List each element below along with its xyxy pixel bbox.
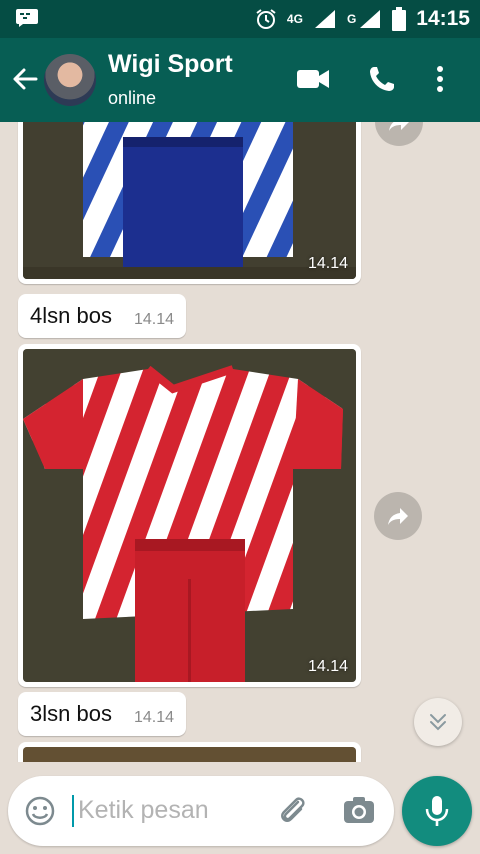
message-time: 14.14 (307, 658, 348, 675)
text-message[interactable]: 3lsn bos 14.14 (18, 692, 186, 736)
microphone-icon (425, 796, 449, 826)
message-text: 3lsn bos (30, 701, 112, 726)
camera-icon[interactable] (342, 794, 376, 828)
signal-icon-2 (360, 10, 381, 28)
forward-icon (388, 508, 408, 525)
battery-icon (392, 7, 407, 31)
back-arrow-icon[interactable] (10, 64, 40, 94)
status-icons: 4G G 14:15 (255, 0, 470, 38)
attachment-icon[interactable] (276, 794, 310, 828)
forward-button[interactable] (374, 492, 422, 540)
message-time: 14.14 (133, 709, 174, 726)
contact-avatar[interactable] (44, 54, 96, 106)
more-options-icon[interactable] (430, 64, 450, 94)
chat-area[interactable]: 14.14 4lsn bos 14.14 14.14 3lsn bos 14.1… (0, 122, 480, 762)
message-text: 4lsn bos (30, 303, 112, 328)
message-input[interactable] (74, 794, 272, 827)
text-message[interactable]: 4lsn bos 14.14 (18, 294, 186, 338)
message-time: 14.14 (133, 311, 174, 328)
network-type-1: 4G (286, 12, 303, 26)
blue-white-jersey-image (23, 122, 356, 279)
message-time: 14.14 (307, 255, 348, 272)
voice-call-icon[interactable] (366, 64, 400, 94)
network-type-2: G (346, 12, 357, 26)
bbm-notification-icon (16, 9, 38, 27)
video-call-icon[interactable] (296, 64, 330, 94)
red-white-jersey-image (23, 349, 356, 682)
contact-status: online (108, 88, 157, 108)
scroll-to-bottom-button[interactable] (414, 698, 462, 746)
status-bar: 4G G 14:15 (0, 0, 480, 38)
chat-header: Wigi Sport online (0, 38, 480, 122)
jersey-photo-red[interactable]: 14.14 (23, 349, 356, 682)
image-message[interactable] (18, 742, 361, 762)
message-input-bar (8, 776, 394, 846)
partial-jersey-image (23, 747, 356, 762)
contact-name[interactable]: Wigi Sport (108, 50, 233, 79)
jersey-photo-partial[interactable] (23, 747, 356, 762)
signal-icon-1 (314, 10, 335, 28)
image-message[interactable]: 14.14 (18, 344, 361, 687)
forward-button[interactable] (375, 122, 423, 146)
emoji-icon[interactable] (24, 795, 56, 827)
double-chevron-down-icon (430, 714, 446, 731)
clock: 14:15 (416, 7, 470, 30)
voice-record-button[interactable] (402, 776, 472, 846)
alarm-icon (256, 9, 276, 29)
jersey-photo-blue[interactable]: 14.14 (23, 122, 356, 279)
forward-icon (389, 122, 409, 131)
image-message[interactable]: 14.14 (18, 122, 361, 284)
